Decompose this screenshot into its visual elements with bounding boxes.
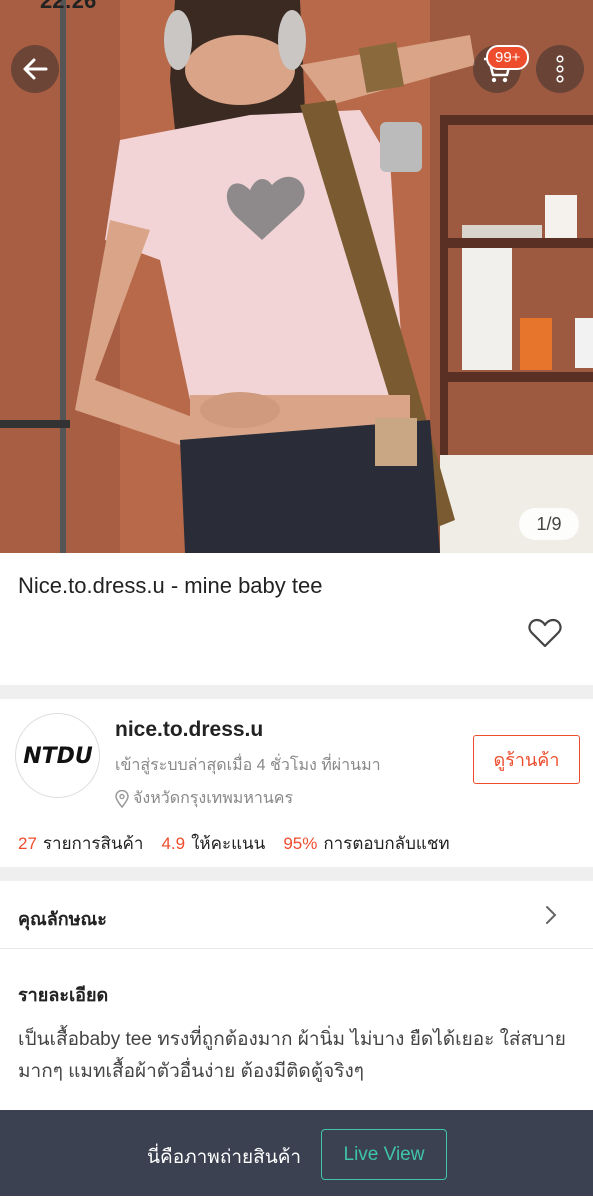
cart-badge: 99+ xyxy=(486,45,530,70)
bottom-bar: นี่คือภาพถ่ายสินค้า Live View xyxy=(0,1110,593,1200)
shop-name[interactable]: nice.to.dress.u xyxy=(115,718,263,742)
arrow-left-icon xyxy=(23,58,48,80)
favorite-button[interactable] xyxy=(525,613,565,653)
shop-last-active: เข้าสู่ระบบล่าสุดเมื่อ 4 ชั่วโมง ที่ผ่าน… xyxy=(115,757,381,774)
stat-chat-response: 95% การตอบกลับแชท xyxy=(283,834,450,853)
section-divider xyxy=(0,867,593,881)
product-title: Nice.to.dress.u - mine baby tee xyxy=(18,573,323,598)
image-counter: 1/9 xyxy=(519,508,579,540)
stat-rating: 4.9 ให้คะแนน xyxy=(161,834,266,853)
description-section: รายละเอียด เป็นเสื้อbaby tee ทรงที่ถูกต้… xyxy=(0,950,593,1110)
svg-text:NTDU: NTDU xyxy=(23,744,93,769)
description-body: เป็นเสื้อbaby tee ทรงที่ถูกต้องมาก ผ้านิ… xyxy=(18,1029,566,1082)
shop-location-text: จังหวัดกรุงเทพมหานคร xyxy=(133,790,294,807)
shop-stats: 27 รายการสินค้า 4.9 ให้คะแนน 95% การตอบกลับ… xyxy=(18,830,450,857)
stat-products: 27 รายการสินค้า xyxy=(18,834,144,853)
description-title: รายละเอียด xyxy=(18,985,109,1005)
more-options-button[interactable] xyxy=(536,45,584,93)
heart-icon xyxy=(528,618,562,648)
photo-notice: นี่คือภาพถ่ายสินค้า xyxy=(147,1147,302,1168)
shop-logo: NTDU xyxy=(23,744,93,769)
status-time: 22:26 xyxy=(40,0,97,13)
shop-location: จังหวัดกรุงเทพมหานคร xyxy=(115,786,293,811)
product-image-carousel[interactable]: 22:26 99+ 1/9 xyxy=(0,0,593,553)
attributes-row[interactable]: คุณลักษณะ xyxy=(0,881,593,949)
view-shop-button[interactable]: ดูร้านค้า xyxy=(473,735,580,784)
location-pin-icon xyxy=(115,789,129,808)
product-title-section: Nice.to.dress.u - mine baby tee xyxy=(0,553,593,685)
back-button[interactable] xyxy=(11,45,59,93)
more-vertical-icon xyxy=(556,55,564,83)
shop-avatar[interactable]: NTDU xyxy=(15,713,100,798)
shop-section: NTDU nice.to.dress.u เข้าสู่ระบบล่าสุดเม… xyxy=(0,699,593,867)
section-divider xyxy=(0,685,593,699)
live-view-button[interactable]: Live View xyxy=(321,1129,447,1180)
chevron-right-icon xyxy=(546,906,557,924)
home-indicator xyxy=(0,1196,593,1200)
attributes-label: คุณลักษณะ xyxy=(18,909,107,929)
